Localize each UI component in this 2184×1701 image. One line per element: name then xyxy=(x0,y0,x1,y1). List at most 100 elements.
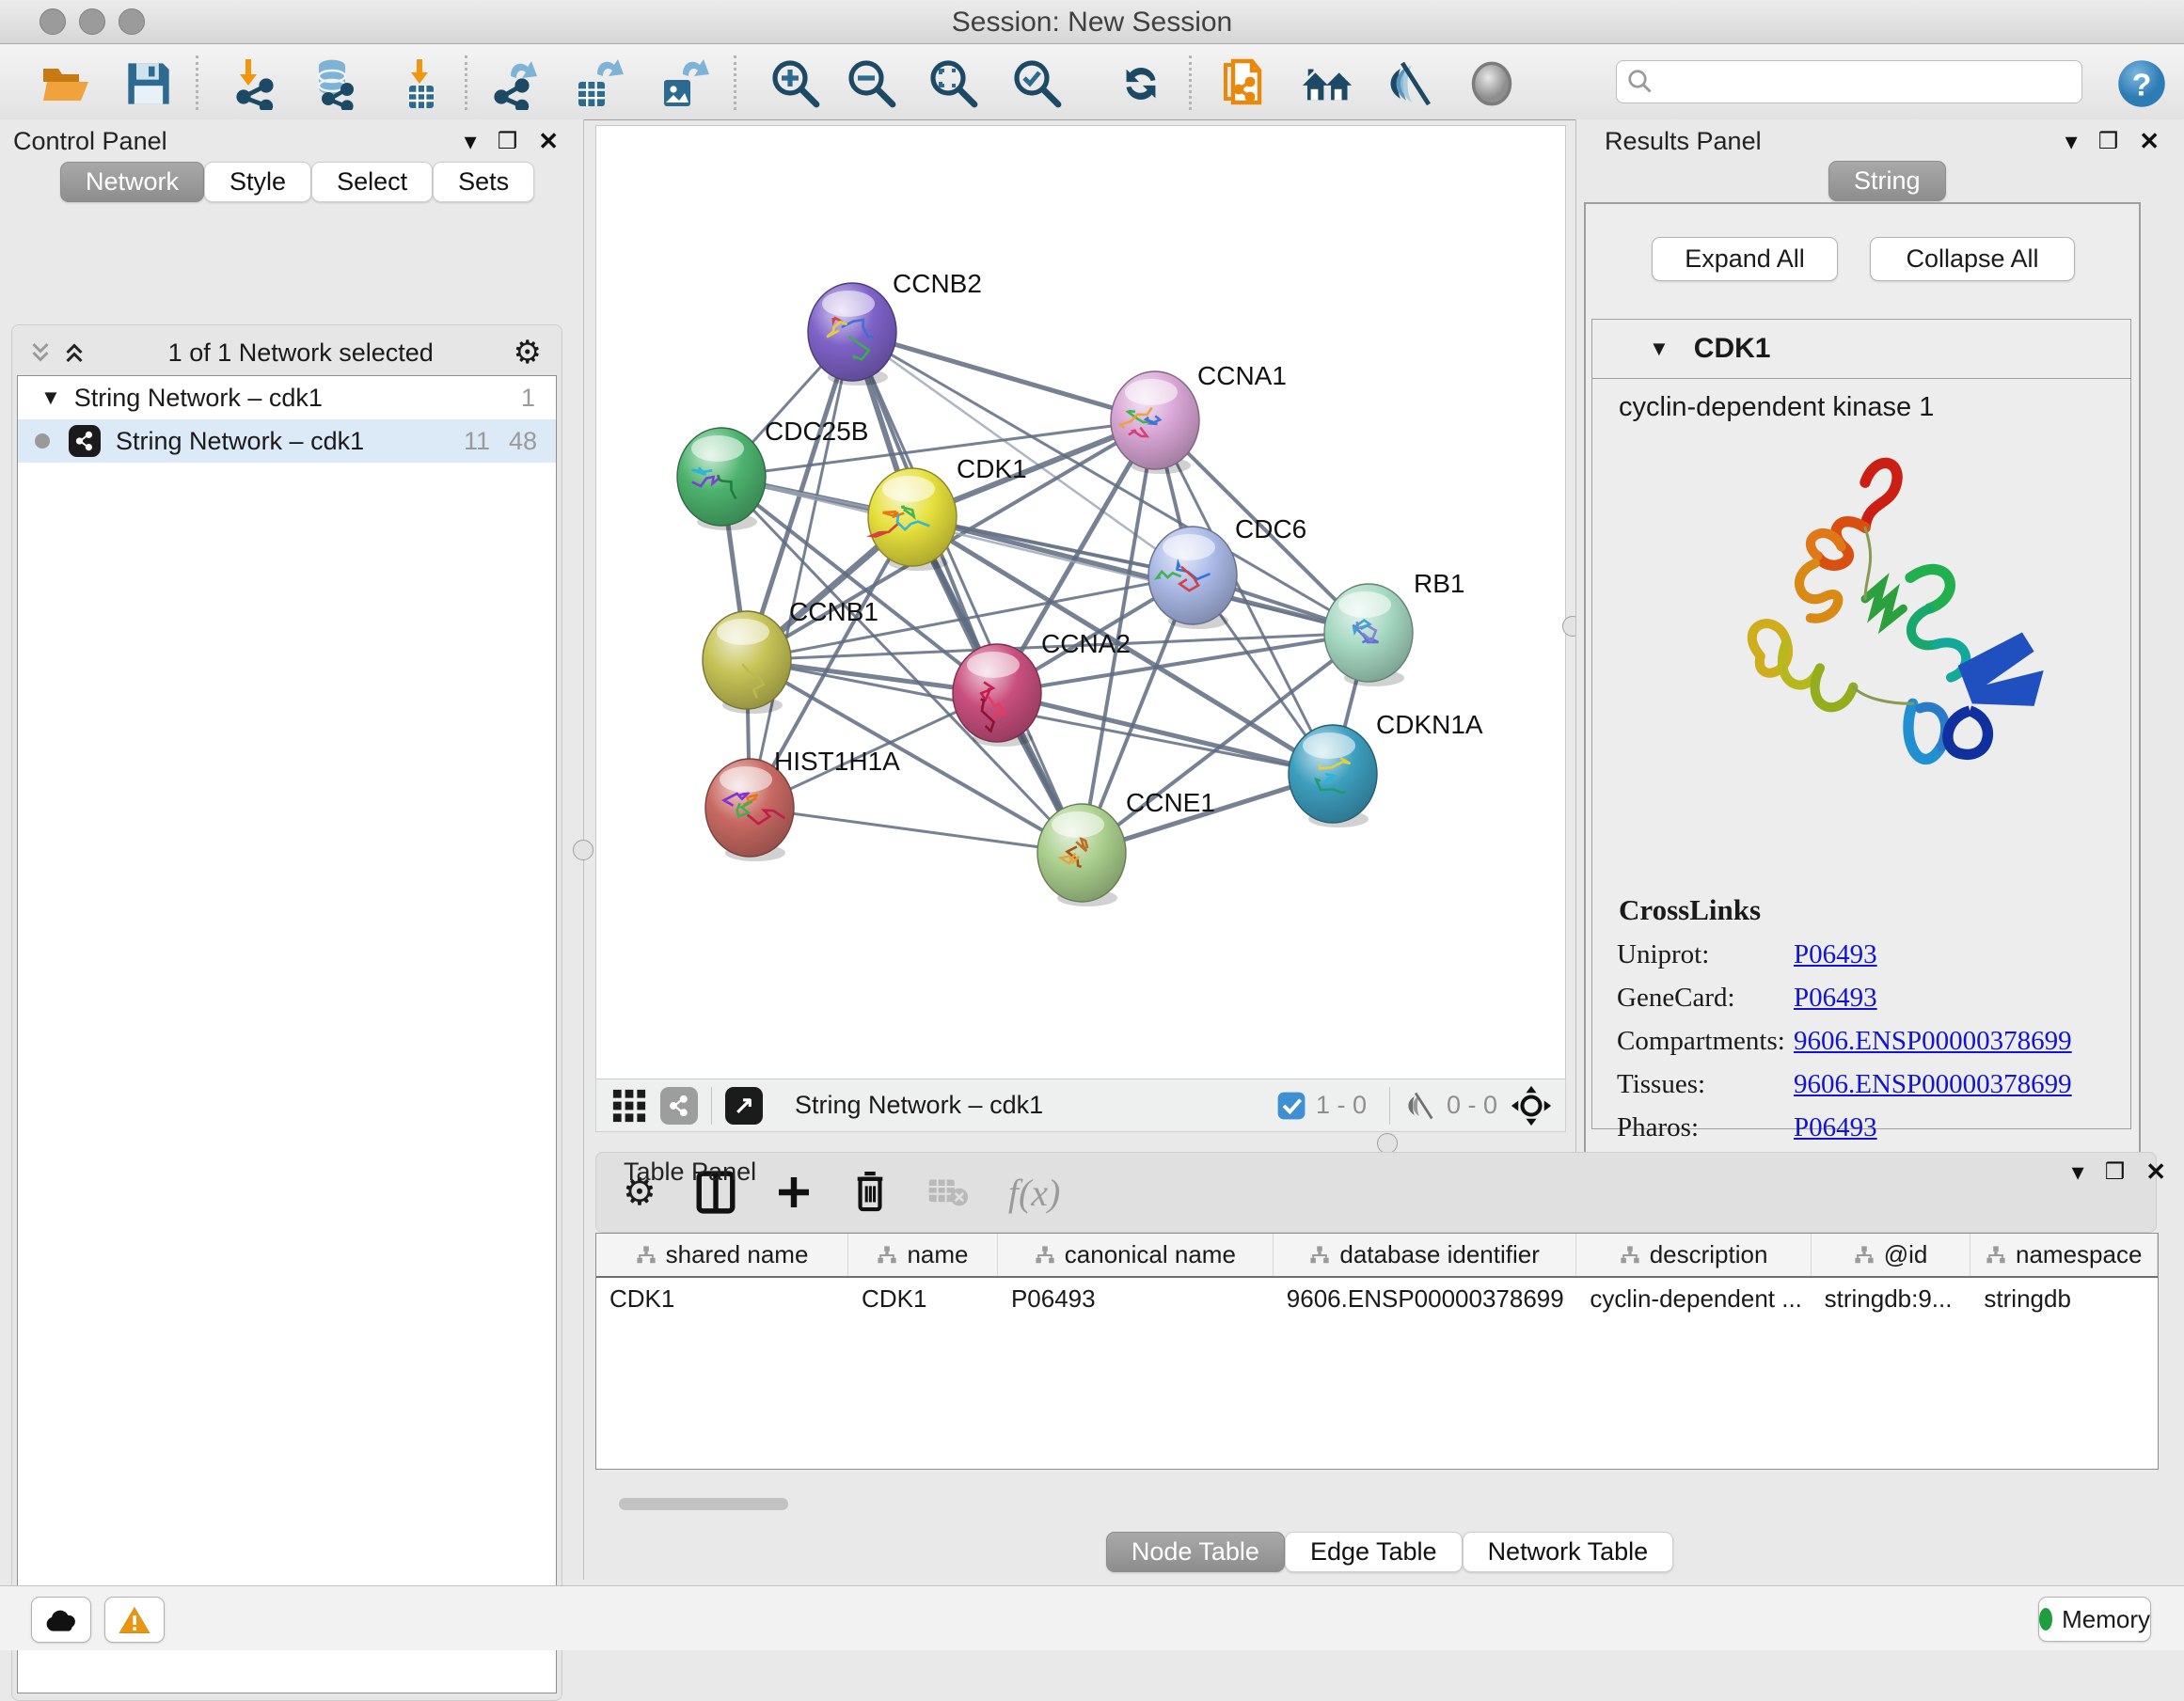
panel-float-icon[interactable]: ❒ xyxy=(2098,128,2119,155)
panel-menu-icon[interactable]: ▾ xyxy=(2065,127,2078,156)
edge-count: 48 xyxy=(509,427,537,456)
window-title: Session: New Session xyxy=(0,7,2184,39)
network-node-ccne1[interactable] xyxy=(1037,804,1126,906)
import-network-database-icon[interactable] xyxy=(306,57,362,110)
hidden-eye-icon[interactable] xyxy=(1403,1091,1437,1121)
column-header-database-identifier[interactable]: database identifier xyxy=(1274,1234,1577,1276)
node-label: HIST1H1A xyxy=(774,747,900,776)
control-panel-tabs: NetworkStyleSelectSets xyxy=(60,162,534,202)
column-header-canonical-name[interactable]: canonical name xyxy=(998,1234,1274,1276)
open-session-icon[interactable] xyxy=(38,57,94,110)
table-cell: CDK1 xyxy=(596,1278,848,1320)
tab-edge-table[interactable]: Edge Table xyxy=(1285,1532,1463,1572)
expand-all-button[interactable]: Expand All xyxy=(1652,237,1838,281)
show-graphics-icon[interactable] xyxy=(1464,57,1520,110)
network-node-cdkn1a[interactable] xyxy=(1289,725,1377,827)
node-label: CDC25B xyxy=(765,417,868,446)
network-node-ccnb2[interactable] xyxy=(808,283,896,386)
vertical-splitter-grip[interactable] xyxy=(573,840,593,860)
panel-close-icon[interactable]: ✕ xyxy=(538,127,559,156)
tab-node-table[interactable]: Node Table xyxy=(1106,1532,1285,1572)
column-header-label: namespace xyxy=(2016,1240,2142,1269)
tab-network-table[interactable]: Network Table xyxy=(1463,1532,1674,1572)
zoom-out-icon[interactable] xyxy=(844,57,900,110)
network-collection-row[interactable]: ▼ String Network – cdk1 1 xyxy=(18,376,556,419)
column-header-@id[interactable]: @id xyxy=(1812,1234,1971,1276)
panel-float-icon[interactable]: ❒ xyxy=(2105,1158,2126,1186)
tab-select[interactable]: Select xyxy=(311,162,433,202)
network-edge xyxy=(997,693,1333,774)
export-table-icon[interactable] xyxy=(571,57,627,110)
crosslink-link[interactable]: P06493 xyxy=(1794,983,1877,1013)
node-label: CCNB2 xyxy=(893,269,982,298)
control-panel-title: Control Panel xyxy=(13,127,167,156)
zoom-fit-icon[interactable] xyxy=(926,57,982,110)
column-header-name[interactable]: name xyxy=(848,1234,998,1276)
table-row[interactable]: CDK1CDK1P064939606.ENSP00000378699cyclin… xyxy=(596,1278,2158,1320)
search-input[interactable] xyxy=(1654,67,2063,98)
column-header-label: @id xyxy=(1884,1240,1928,1269)
cdk1-entry-header[interactable]: ▼ CDK1 xyxy=(1592,320,2130,379)
entry-description: cyclin-dependent kinase 1 xyxy=(1592,379,2130,423)
expand-all-chevron-icon[interactable] xyxy=(60,339,88,367)
grid-view-icon[interactable] xyxy=(611,1088,647,1124)
hide-graphics-icon[interactable] xyxy=(1382,57,1438,110)
table-cell: cyclin-dependent ... xyxy=(1576,1278,1811,1320)
home-pages-icon[interactable] xyxy=(1300,57,1356,110)
tab-network[interactable]: Network xyxy=(60,162,204,202)
panel-menu-icon[interactable]: ▾ xyxy=(465,127,477,156)
panel-close-icon[interactable]: ✕ xyxy=(2139,127,2160,156)
network-row-selected[interactable]: String Network – cdk1 11 48 xyxy=(18,419,556,463)
column-header-shared-name[interactable]: shared name xyxy=(596,1234,848,1276)
column-header-namespace[interactable]: namespace xyxy=(1970,1234,2158,1276)
tab-sets[interactable]: Sets xyxy=(433,162,534,202)
save-session-icon[interactable] xyxy=(120,57,177,110)
crosslink-link[interactable]: P06493 xyxy=(1794,939,1877,969)
zoom-selected-icon[interactable] xyxy=(1009,57,1066,110)
warning-button[interactable] xyxy=(104,1597,165,1643)
panel-menu-icon[interactable]: ▾ xyxy=(2072,1158,2084,1187)
tab-style[interactable]: Style xyxy=(204,162,311,202)
expander-triangle-icon[interactable]: ▼ xyxy=(40,386,61,410)
tab-string[interactable]: String xyxy=(1828,161,1946,201)
horizontal-splitter-grip[interactable] xyxy=(1377,1133,1398,1154)
horizontal-scrollbar[interactable] xyxy=(619,1498,788,1510)
collapse-all-chevron-icon[interactable] xyxy=(26,339,55,367)
crosslink-link[interactable]: P06493 xyxy=(1794,1112,1877,1142)
detach-view-icon[interactable]: ↗ xyxy=(725,1087,763,1125)
network-node-ccna1[interactable] xyxy=(1111,371,1199,474)
share-document-icon[interactable] xyxy=(1216,57,1273,110)
crosslinks-list: Uniprot:P06493GeneCard:P06493Compartment… xyxy=(1592,933,2130,1149)
svg-text:?: ? xyxy=(2132,67,2152,102)
collapse-all-button[interactable]: Collapse All xyxy=(1870,237,2075,281)
network-node-rb1[interactable] xyxy=(1324,584,1413,686)
network-node-ccnb1[interactable] xyxy=(703,611,791,714)
export-image-icon[interactable] xyxy=(655,57,711,110)
crosslink-link[interactable]: 9606.ENSP00000378699 xyxy=(1794,1026,2072,1056)
panel-close-icon[interactable]: ✕ xyxy=(2145,1158,2166,1187)
network-node-cdc25b[interactable] xyxy=(677,428,766,530)
selection-summary: 1 of 1 Network selected xyxy=(88,339,514,368)
crosslink-link[interactable]: 9606.ENSP00000378699 xyxy=(1794,1069,2072,1099)
network-chip-icon[interactable] xyxy=(660,1087,698,1125)
node-count: 11 xyxy=(464,427,490,456)
column-header-description[interactable]: description xyxy=(1576,1234,1811,1276)
help-icon[interactable]: ? xyxy=(2113,57,2170,110)
selected-checkbox-icon[interactable] xyxy=(1276,1091,1306,1121)
birdseye-crosshair-icon[interactable] xyxy=(1511,1085,1552,1126)
memory-button[interactable]: Memory xyxy=(2038,1597,2151,1642)
cloud-button[interactable] xyxy=(31,1597,91,1643)
search-box[interactable] xyxy=(1616,60,2082,103)
import-network-file-icon[interactable] xyxy=(227,57,283,110)
network-node-cdc6[interactable] xyxy=(1148,527,1237,629)
zoom-in-icon[interactable] xyxy=(768,57,824,110)
network-view-toolbar: ↗ String Network – cdk1 1 - 0 0 - 0 xyxy=(595,1079,1566,1132)
network-canvas[interactable]: CCNB2CCNA1CDC25BCDK1CDC6RB1CCNB1CCNA2CDK… xyxy=(595,125,1566,1079)
import-table-icon[interactable] xyxy=(392,57,449,110)
export-network-icon[interactable] xyxy=(490,57,546,110)
entry-expander-icon[interactable]: ▼ xyxy=(1649,337,1670,361)
panel-float-icon[interactable]: ❒ xyxy=(498,128,518,155)
refresh-icon[interactable] xyxy=(1113,57,1169,110)
options-gear-icon[interactable]: ⚙ xyxy=(514,334,542,371)
table-header-row: shared namenamecanonical namedatabase id… xyxy=(596,1234,2158,1278)
